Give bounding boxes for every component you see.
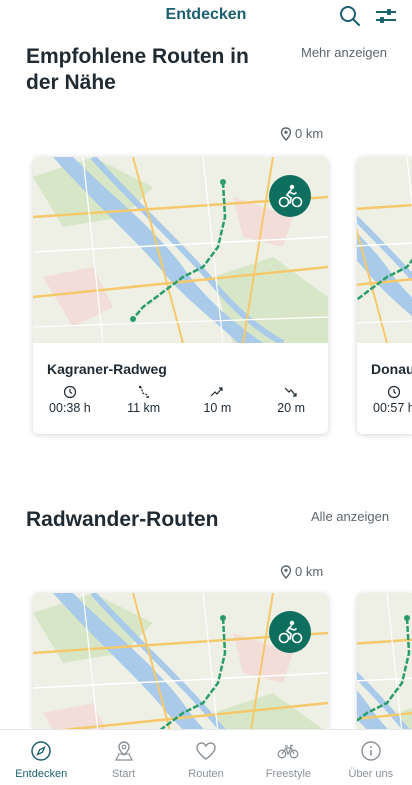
cyclist-icon [278,184,303,208]
clock-icon [63,385,76,399]
tab-label: Freestyle [265,768,312,780]
bottom-tab-bar: Entdecken Start Routen Freestyle Über un… [0,729,412,785]
tab-label: Routen [188,768,224,780]
top-bar: Entdecken [0,0,412,34]
map-pin-icon [114,741,133,761]
compass-icon [31,741,51,761]
location-pin-icon [280,126,292,141]
route-card[interactable] [357,593,412,729]
info-icon [361,741,381,761]
tab-start[interactable]: Start [82,730,164,785]
section-title-recommended: Empfohlene Routen in der Nähe [26,45,249,94]
descent-value: 20 m [277,401,306,415]
distance-value: 0 km [295,126,324,141]
distance-indicator: 0 km [280,564,323,579]
route-card[interactable] [33,593,328,729]
route-card[interactable]: Kagraner-Radweg 00:38 h 11 km 10 m 20 m [33,157,328,434]
bike-badge [269,611,311,653]
ascent-icon [210,387,223,397]
tab-ueber-uns[interactable]: Über uns [330,730,412,785]
heart-icon [196,742,216,760]
show-more-link[interactable]: Mehr anzeigen [301,45,387,60]
tab-freestyle[interactable]: Freestyle [247,730,329,785]
route-stats: 00:38 h 11 km 10 m 20 m [33,385,328,415]
bicycle-icon [277,744,299,759]
stat-duration: 00:38 h [33,385,107,415]
duration-value: 00:57 h [373,401,412,415]
distance-indicator: 0 km [280,126,323,141]
search-icon[interactable] [338,4,362,28]
route-map [357,593,412,729]
filter-icon[interactable] [374,4,398,28]
route-name: Kagraner-Radweg [47,361,167,377]
tab-label: Über uns [348,768,394,780]
clock-icon [387,385,400,399]
section-title-cycling-tours: Radwander-Routen [26,508,219,531]
tab-entdecken[interactable]: Entdecken [0,730,82,785]
route-length-icon [138,385,149,399]
duration-value: 00:38 h [49,401,91,415]
bike-badge [269,175,311,217]
tab-routen[interactable]: Routen [165,730,247,785]
show-all-link[interactable]: Alle anzeigen [311,509,389,524]
descent-icon [284,387,297,397]
route-map [357,157,412,343]
distance-value: 0 km [295,564,324,579]
stat-descent: 20 m [254,385,328,415]
location-pin-icon [280,564,292,579]
stat-ascent: 10 m [181,385,255,415]
length-value: 11 km [127,401,161,415]
tab-label: Start [111,768,136,780]
stat-length: 11 km [107,385,181,415]
route-card[interactable]: Donau 00:57 h [357,157,412,434]
ascent-value: 10 m [203,401,232,415]
route-name: Donau [371,361,412,377]
stat-duration: 00:57 h [357,385,412,415]
tab-label: Entdecken [15,768,68,780]
cyclist-icon [278,620,303,644]
